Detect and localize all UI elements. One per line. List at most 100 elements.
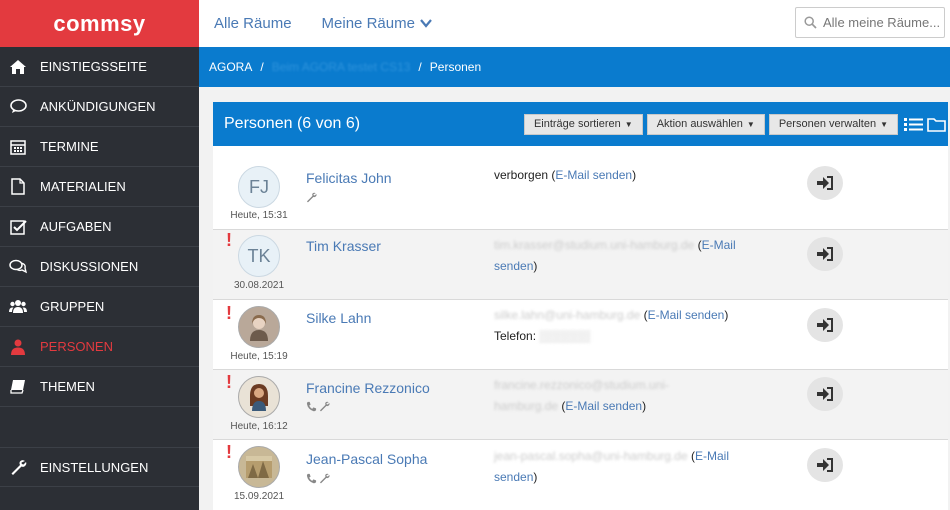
person-name[interactable]: Felicitas John (306, 170, 392, 186)
open-detail-button[interactable] (807, 308, 843, 342)
email-address: tim.krasser@studium.uni-hamburg.de (494, 238, 695, 252)
date-label: Heute, 15:31 (230, 210, 288, 221)
sort-entries-button[interactable]: Einträge sortieren ▼ (523, 113, 643, 135)
caret-down-icon: ▼ (880, 119, 888, 129)
page-title: Personen (6 von 6) (224, 115, 361, 132)
folder-icon[interactable] (927, 117, 946, 132)
breadcrumb-root[interactable]: AGORA (209, 60, 252, 74)
sign-in-icon (817, 458, 833, 472)
top-bar: Alle Räume Meine Räume (199, 0, 950, 47)
avatar-initials: FJ (249, 176, 269, 197)
comments-icon (9, 258, 27, 276)
sidebar-item-label: Gruppen (40, 299, 105, 314)
users-icon (9, 298, 27, 316)
speech-bubble-icon (9, 98, 27, 116)
search-input[interactable] (823, 15, 943, 30)
sort-entries-label: Einträge sortieren (533, 118, 621, 130)
sidebar-item-gruppen[interactable]: Gruppen (0, 287, 199, 327)
email-link[interactable]: E-Mail senden (648, 308, 725, 322)
tool-icons (306, 401, 330, 415)
breadcrumb-room[interactable]: Beim AGORA testet CS13 (272, 60, 411, 74)
all-rooms-link[interactable]: Alle Räume (214, 15, 292, 32)
phone-label: Telefon: (494, 329, 537, 343)
sidebar-item-aufgaben[interactable]: Aufgaben (0, 207, 199, 247)
date-label: 15.09.2021 (233, 491, 285, 502)
open-detail-button[interactable] (807, 377, 843, 411)
list-view-icon[interactable] (904, 117, 923, 132)
caret-down-icon: ▼ (746, 119, 755, 129)
avatar[interactable] (238, 306, 280, 348)
sidebar-item-ankuendigungen[interactable]: Ankündigungen (0, 87, 199, 127)
wrench-icon (319, 473, 330, 487)
contact-info: tim.krasser@studium.uni-hamburg.de (E-Ma… (494, 238, 736, 273)
sidebar-item-einstellungen[interactable]: Einstellungen (0, 447, 199, 487)
home-icon (9, 58, 27, 76)
phone-icon (306, 473, 317, 487)
sidebar: commsy Einstiegsseite Ankündigungen Term… (0, 0, 199, 510)
sign-in-icon (817, 318, 833, 332)
file-icon (9, 178, 27, 196)
person-name[interactable]: Silke Lahn (306, 310, 371, 326)
table-row: ! Heute, 16:12 Francine Rezzonico franci… (213, 370, 948, 440)
avatar[interactable] (238, 446, 280, 488)
exclamation-icon: ! (226, 372, 232, 392)
avatar-initials: TK (247, 245, 271, 266)
phone-number-redacted: ▒▒▒▒▒▒ (539, 329, 591, 343)
sign-in-icon (817, 176, 833, 190)
table-row: FJ Heute, 15:31 Felicitas John verborgen… (213, 146, 948, 230)
person-name[interactable]: Jean-Pascal Sopha (306, 451, 427, 467)
contact-info: jean-pascal.sopha@uni-hamburg.de (E-Mail… (494, 449, 729, 484)
exclamation-icon: ! (226, 303, 232, 323)
user-icon (9, 338, 27, 356)
date-label: 30.08.2021 (233, 280, 285, 291)
person-name[interactable]: Francine Rezzonico (306, 380, 430, 396)
my-rooms-label: Meine Räume (321, 15, 415, 32)
sidebar-item-label: Termine (40, 139, 99, 154)
sign-in-icon (817, 387, 833, 401)
table-row: ! Heute, 15:19 Silke Lahn silke.lahn@uni… (213, 300, 948, 370)
email-link[interactable]: E-Mail senden (565, 399, 642, 413)
avatar-photo (244, 452, 274, 482)
avatar[interactable] (238, 376, 280, 418)
avatar[interactable]: FJ (238, 166, 280, 208)
book-icon (9, 378, 27, 396)
persons-panel: Personen (6 von 6) Einträge sortieren ▼ A… (213, 102, 948, 510)
sidebar-item-personen[interactable]: Personen (0, 327, 199, 367)
sidebar-item-label: Diskussionen (40, 259, 139, 274)
open-detail-button[interactable] (807, 237, 843, 271)
manage-persons-label: Personen verwalten (778, 118, 877, 130)
sign-in-icon (817, 247, 833, 261)
person-name[interactable]: Tim Krasser (306, 238, 381, 254)
exclamation-icon: ! (226, 442, 232, 462)
sidebar-item-diskussionen[interactable]: Diskussionen (0, 247, 199, 287)
search-box[interactable] (795, 7, 945, 38)
email-address: jean-pascal.sopha@uni-hamburg.de (494, 449, 688, 463)
manage-persons-button[interactable]: Personen verwalten ▼ (768, 113, 898, 135)
panel-header: Personen (6 von 6) Einträge sortieren ▼ A… (213, 102, 948, 146)
breadcrumb-current: Personen (429, 60, 482, 74)
commsy-logo[interactable]: commsy (0, 0, 199, 47)
phone-icon (306, 401, 317, 415)
table-row: ! TK 30.08.2021 Tim Krasser tim.krasser@… (213, 230, 948, 300)
email-visibility: verborgen (494, 168, 549, 182)
tool-icons (306, 473, 330, 487)
checkbox-icon (9, 218, 27, 236)
open-detail-button[interactable] (807, 448, 843, 482)
email-link[interactable]: E-Mail senden (555, 168, 632, 182)
chevron-down-icon (420, 19, 432, 28)
wrench-icon (9, 458, 27, 476)
contact-info: verborgen (E-Mail senden) (494, 168, 637, 182)
select-action-button[interactable]: Aktion auswählen ▼ (646, 113, 765, 135)
sidebar-item-label: Aufgaben (40, 219, 112, 234)
sidebar-item-label: Einstellungen (40, 459, 149, 475)
wrench-icon (319, 401, 330, 415)
sidebar-item-label: Ankündigungen (40, 99, 156, 114)
avatar[interactable]: TK (238, 235, 280, 277)
sidebar-item-termine[interactable]: Termine (0, 127, 199, 167)
sidebar-item-materialien[interactable]: Materialien (0, 167, 199, 207)
sidebar-item-themen[interactable]: Themen (0, 367, 199, 407)
sidebar-item-einstiegsseite[interactable]: Einstiegsseite (0, 47, 199, 87)
select-action-label: Aktion auswählen (656, 118, 743, 130)
my-rooms-dropdown[interactable]: Meine Räume (322, 15, 432, 32)
open-detail-button[interactable] (807, 166, 843, 200)
